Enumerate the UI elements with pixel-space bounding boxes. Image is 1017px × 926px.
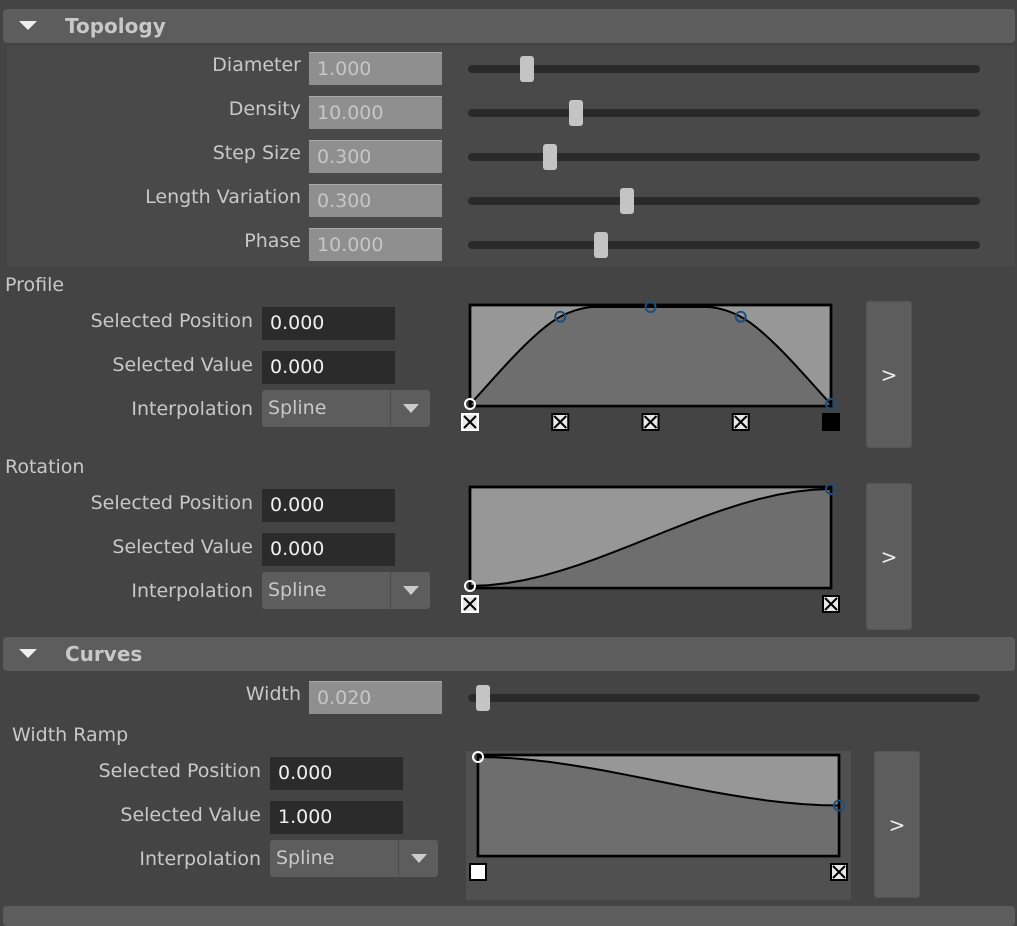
- section-title: Curves: [65, 642, 143, 666]
- selected-position-label: Selected Position: [90, 310, 253, 332]
- interpolation-label: Interpolation: [131, 580, 253, 602]
- rotation-label: Rotation: [5, 456, 85, 478]
- selected-value-field[interactable]: 0.000: [262, 351, 395, 384]
- interpolation-dropdown[interactable]: Spline: [270, 840, 438, 877]
- interpolation-dropdown[interactable]: Spline: [262, 390, 430, 427]
- slider-track[interactable]: [468, 188, 980, 214]
- section-title: Topology: [65, 14, 166, 38]
- ramp-handle-box-icon[interactable]: [461, 595, 479, 613]
- ramp-handle-box-icon[interactable]: [641, 413, 660, 431]
- slider-label: Diameter: [212, 54, 301, 76]
- slider-track[interactable]: [468, 685, 980, 711]
- ramp-handle-box-icon[interactable]: [461, 413, 479, 431]
- slider-handle[interactable]: [519, 56, 534, 82]
- selected-position-label: Selected Position: [90, 492, 253, 514]
- next-section-header[interactable]: [3, 906, 1015, 926]
- slider-track[interactable]: [468, 100, 980, 126]
- selected-position-field[interactable]: 0.000: [270, 757, 403, 790]
- ramp-handle-box-icon[interactable]: [551, 413, 570, 431]
- selected-position-field[interactable]: 0.000: [262, 307, 395, 340]
- interpolation-label: Interpolation: [139, 848, 261, 870]
- ramp-handle-filled[interactable]: [822, 413, 840, 431]
- dropdown-arrow-icon[interactable]: [390, 572, 430, 609]
- ramp-handle-box-icon[interactable]: [469, 863, 487, 881]
- slider-handle[interactable]: [476, 685, 491, 711]
- interpolation-value: Spline: [276, 847, 335, 869]
- slider-value-field[interactable]: 10.000: [309, 96, 442, 129]
- interpolation-dropdown[interactable]: Spline: [262, 572, 430, 609]
- slider-handle[interactable]: [594, 232, 609, 258]
- slider-track[interactable]: [468, 56, 980, 82]
- ramp-handle-box-icon[interactable]: [822, 595, 840, 613]
- collapse-triangle-icon[interactable]: [19, 649, 37, 658]
- dropdown-arrow-icon[interactable]: [390, 390, 430, 427]
- dropdown-arrow-icon[interactable]: [398, 840, 438, 877]
- profile-label: Profile: [5, 274, 65, 296]
- slider-value-field[interactable]: 1.000: [309, 52, 442, 85]
- interpolation-label: Interpolation: [131, 398, 253, 420]
- ramp-handle-box-icon[interactable]: [830, 863, 848, 881]
- slider-value-field[interactable]: 0.020: [309, 681, 442, 714]
- width-ramp-label: Width Ramp: [12, 724, 129, 746]
- slider-label: Length Variation: [145, 186, 301, 208]
- interpolation-value: Spline: [268, 579, 327, 601]
- ramp-graph[interactable]: [466, 747, 851, 881]
- selected-value-label: Selected Value: [112, 536, 253, 558]
- slider-track[interactable]: [468, 232, 980, 258]
- selected-position-label: Selected Position: [98, 760, 261, 782]
- ramp-graph[interactable]: [458, 479, 843, 613]
- selected-position-field[interactable]: 0.000: [262, 489, 395, 522]
- ramp-expand-button[interactable]: >: [866, 301, 912, 448]
- slider-label: Width: [245, 683, 301, 705]
- slider-label: Step Size: [212, 142, 301, 164]
- slider-value-field[interactable]: 10.000: [309, 228, 442, 261]
- slider-handle[interactable]: [542, 144, 557, 170]
- slider-value-field[interactable]: 0.300: [309, 140, 442, 173]
- slider-value-field[interactable]: 0.300: [309, 184, 442, 217]
- slider-track[interactable]: [468, 144, 980, 170]
- selected-value-field[interactable]: 1.000: [270, 801, 403, 834]
- interpolation-value: Spline: [268, 397, 327, 419]
- ramp-expand-button[interactable]: >: [874, 751, 920, 898]
- selected-value-label: Selected Value: [120, 804, 261, 826]
- collapse-triangle-icon[interactable]: [19, 21, 37, 30]
- selected-value-label: Selected Value: [112, 354, 253, 376]
- ramp-handle-box-icon[interactable]: [731, 413, 750, 431]
- slider-label: Density: [228, 98, 301, 120]
- ramp-graph[interactable]: [458, 297, 843, 431]
- slider-handle[interactable]: [568, 100, 583, 126]
- topology-section-header[interactable]: Topology: [3, 9, 1015, 43]
- slider-handle[interactable]: [619, 188, 634, 214]
- curves-section-header[interactable]: Curves: [3, 637, 1015, 671]
- slider-label: Phase: [244, 230, 301, 252]
- selected-value-field[interactable]: 0.000: [262, 533, 395, 566]
- ramp-expand-button[interactable]: >: [866, 483, 912, 630]
